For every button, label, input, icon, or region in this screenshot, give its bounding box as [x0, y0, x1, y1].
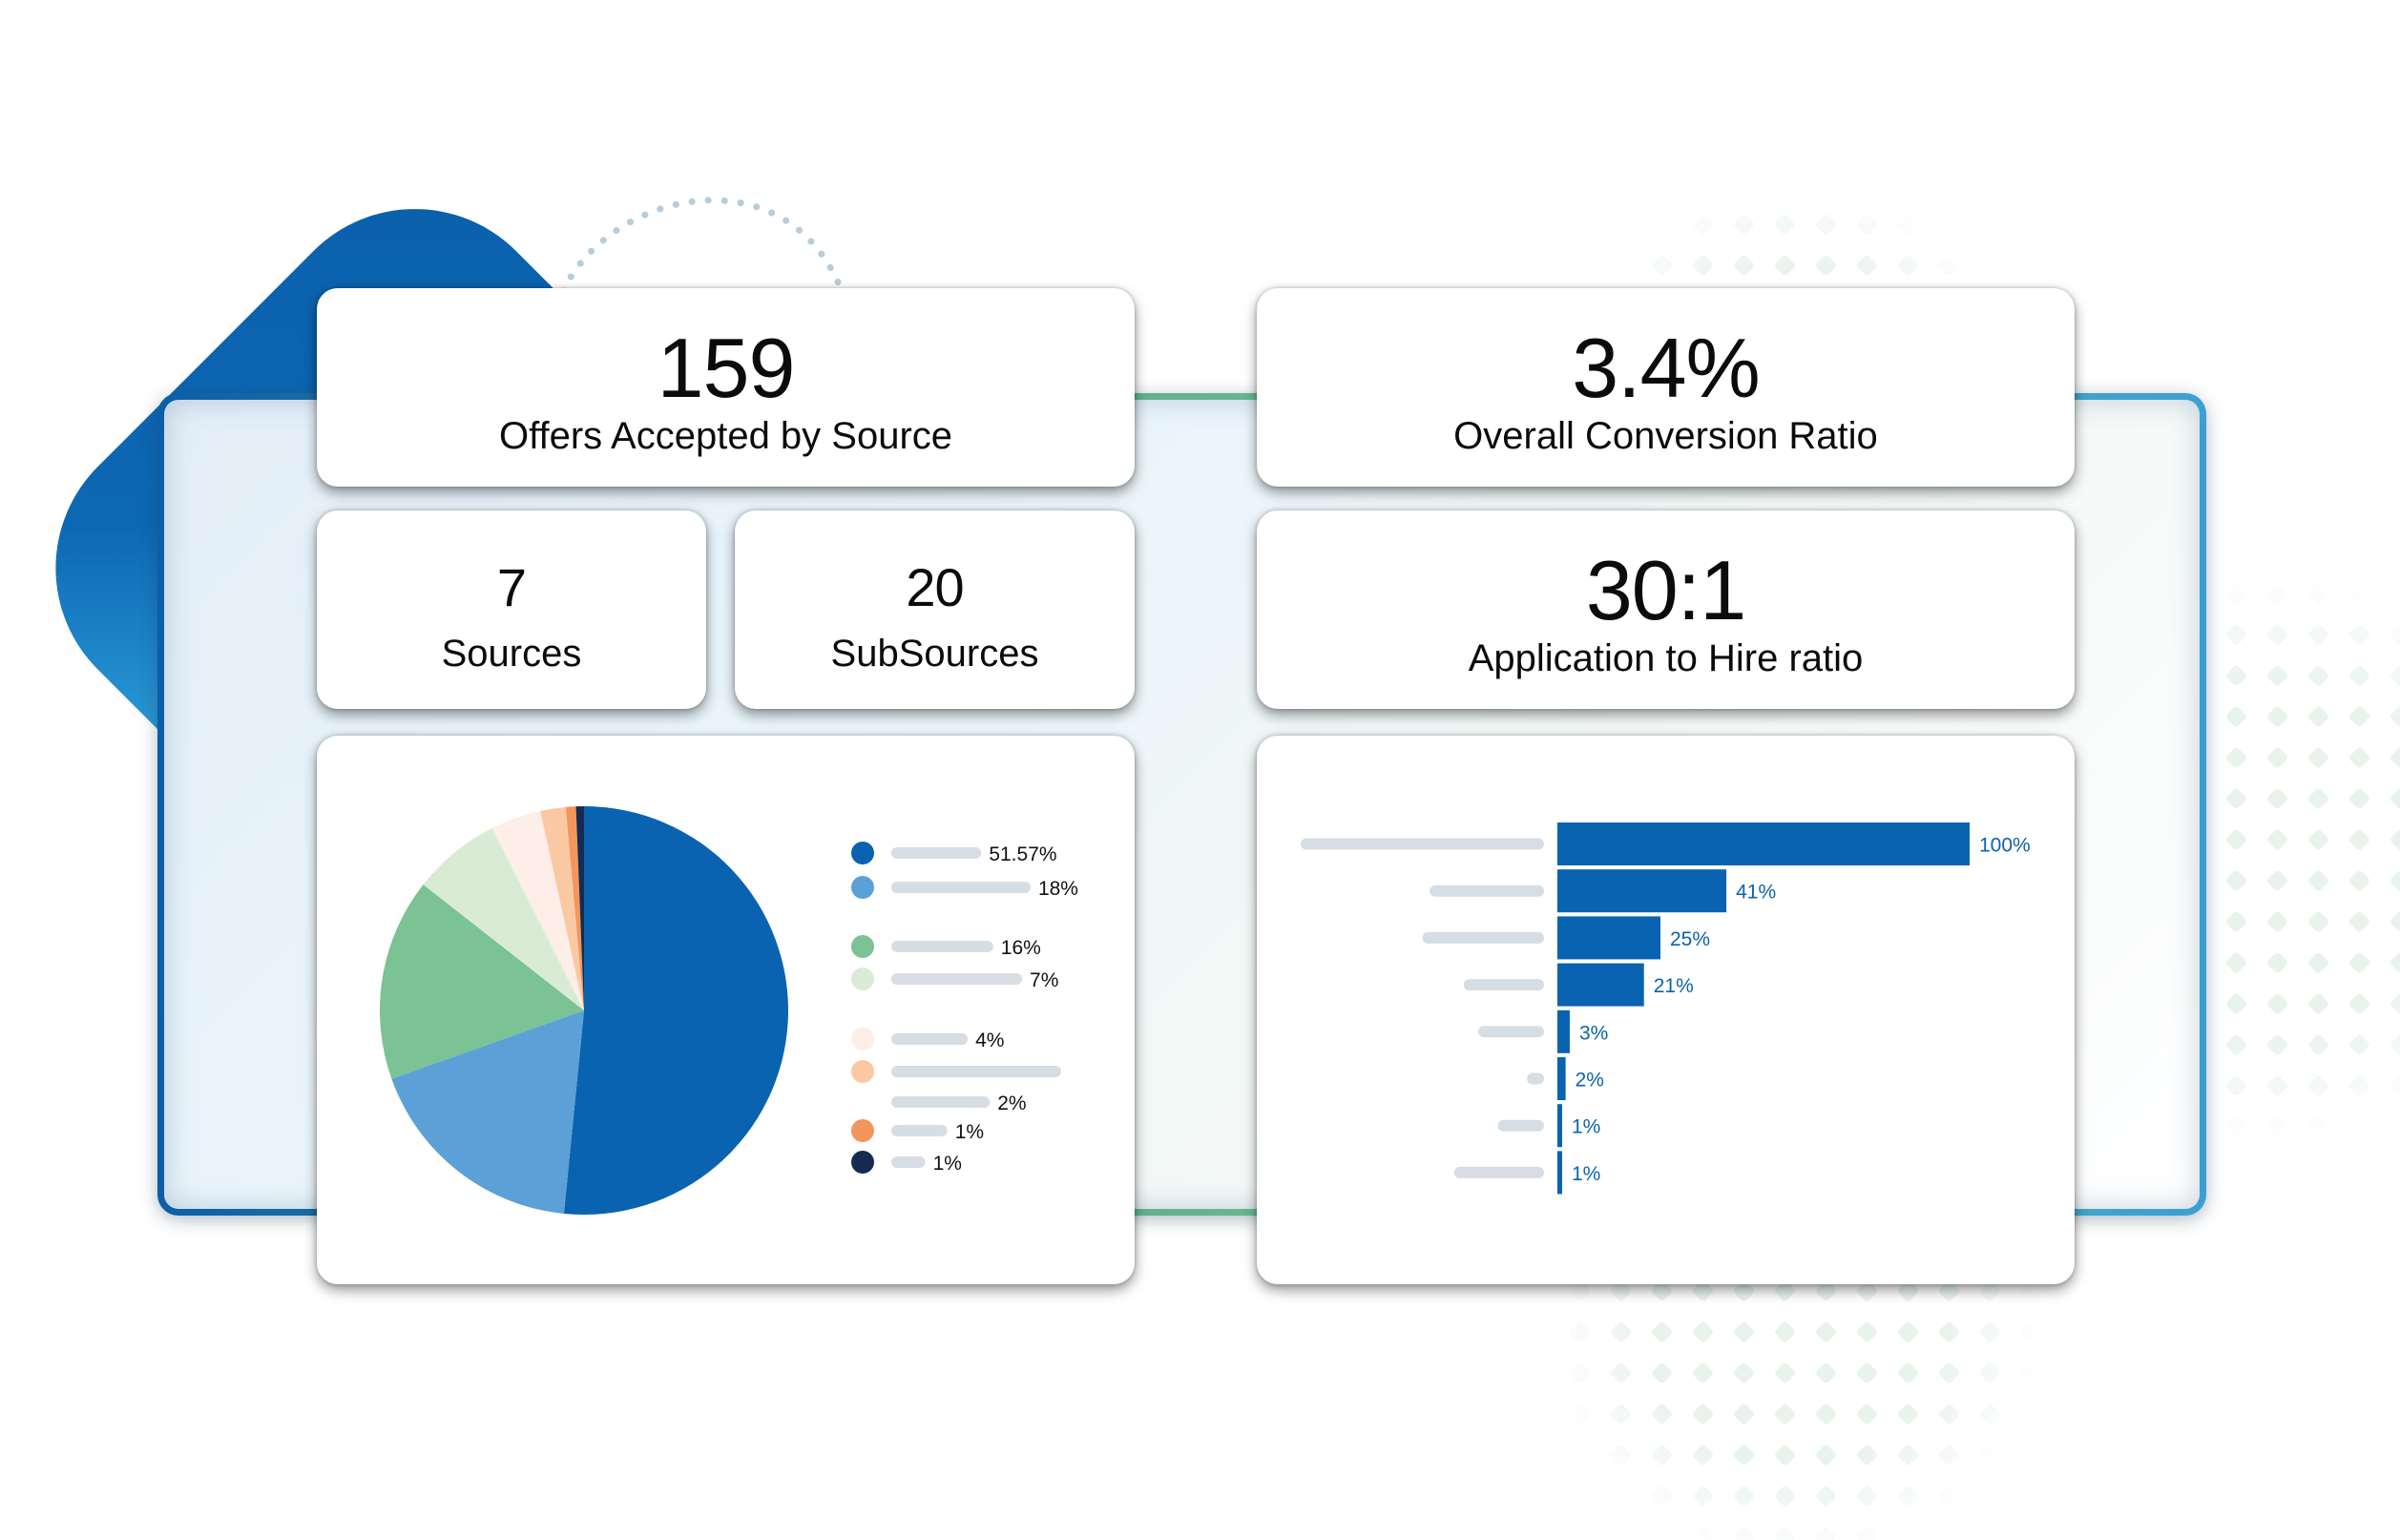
legend-label-placeholder — [891, 941, 993, 952]
bar-value-label: 1% — [1572, 1116, 1600, 1138]
legend-item: 2% — [851, 1060, 1061, 1114]
bar-category-placeholder — [1497, 1119, 1544, 1132]
kpi-label: Application to Hire ratio — [1468, 637, 1864, 679]
bar-3[interactable] — [1557, 963, 1644, 1007]
kpi-value: 7 — [496, 557, 527, 617]
kpi-label: Offers Accepted by Source — [498, 415, 953, 457]
legend-value-label: 1% — [933, 1153, 962, 1175]
pie-chart: 51.57% 18% 16% 7% 4% 2% 1% 1% — [380, 806, 1078, 1215]
bar-row: 1% — [1497, 1104, 1600, 1148]
kpi-card-sources: 7 Sources — [317, 510, 706, 709]
bar-4[interactable] — [1557, 1009, 1570, 1053]
kpi-value: 30:1 — [1585, 543, 1746, 637]
legend-value-label: 1% — [955, 1121, 984, 1143]
legend-label-placeholder — [891, 847, 982, 859]
bar-row: 3% — [1478, 1009, 1608, 1053]
legend-item: 1% — [851, 1151, 962, 1175]
bar-row: 21% — [1463, 963, 1694, 1007]
kpi-card-subsources: 20 SubSources — [735, 510, 1135, 709]
bar-category-placeholder — [1301, 838, 1544, 850]
legend-value-label: 4% — [975, 1030, 1004, 1051]
kpi-value: 159 — [657, 321, 796, 415]
bar-row: 100% — [1301, 822, 2031, 865]
legend-label-placeholder — [891, 1096, 991, 1108]
bar-category-placeholder — [1527, 1072, 1544, 1085]
legend-swatch — [851, 1060, 874, 1083]
bar-value-label: 2% — [1576, 1070, 1604, 1092]
bar-value-label: 41% — [1736, 882, 1776, 904]
bar-value-label: 3% — [1579, 1022, 1608, 1044]
bar-1[interactable] — [1557, 869, 1727, 913]
legend-label-placeholder — [891, 1033, 969, 1045]
legend-item: 16% — [851, 935, 1041, 959]
legend-value-label: 18% — [1038, 878, 1078, 900]
bar-category-placeholder — [1422, 931, 1544, 944]
legend-swatch — [851, 842, 874, 864]
bar-category-placeholder — [1430, 884, 1544, 897]
legend-label-placeholder — [891, 1066, 1061, 1077]
kpi-value: 20 — [906, 557, 964, 617]
kpi-card-hire-ratio: 30:1 Application to Hire ratio — [1257, 510, 2075, 709]
bar-5[interactable] — [1557, 1057, 1566, 1100]
legend-value-label: 7% — [1030, 969, 1058, 991]
bar-chart-card: 100% 41% 25% 21% 3% 2% 1% 1% — [1257, 736, 2075, 1284]
bar-7[interactable] — [1557, 1151, 1562, 1195]
legend-item: 4% — [851, 1028, 1004, 1051]
bar-6[interactable] — [1557, 1104, 1562, 1148]
legend-value-label: 51.57% — [989, 843, 1056, 865]
kpi-label: Overall Conversion Ratio — [1453, 415, 1878, 457]
legend-label-placeholder — [891, 882, 1031, 893]
dotted-arc — [559, 197, 844, 295]
bar-chart: 100% 41% 25% 21% 3% 2% 1% 1% — [1301, 822, 2031, 1195]
legend-swatch — [851, 1151, 874, 1174]
kpi-card-conversion-ratio: 3.4% Overall Conversion Ratio — [1257, 288, 2075, 487]
bar-row: 25% — [1422, 916, 1710, 960]
legend-swatch — [851, 1119, 874, 1142]
bar-row: 2% — [1527, 1057, 1604, 1100]
legend-swatch — [851, 935, 874, 958]
legend-label-placeholder — [891, 1125, 948, 1136]
bar-value-label: 1% — [1572, 1163, 1600, 1185]
bar-category-placeholder — [1463, 979, 1544, 991]
legend-item: 1% — [851, 1119, 984, 1143]
bar-value-label: 25% — [1670, 928, 1710, 950]
kpi-label: Sources — [441, 633, 582, 675]
legend-label-placeholder — [891, 973, 1023, 985]
kpi-value: 3.4% — [1572, 321, 1761, 415]
legend-item: 18% — [851, 876, 1078, 900]
pie-chart-card: 51.57% 18% 16% 7% 4% 2% 1% 1% — [317, 736, 1135, 1284]
legend-value-label: 16% — [1001, 937, 1041, 959]
legend-value-label: 2% — [997, 1093, 1026, 1114]
kpi-label: SubSources — [830, 633, 1039, 675]
bar-value-label: 21% — [1654, 975, 1694, 997]
kpi-card-offers-accepted: 159 Offers Accepted by Source — [317, 288, 1135, 487]
legend-item: 7% — [851, 968, 1058, 991]
bar-value-label: 100% — [1979, 835, 2031, 857]
bar-row: 41% — [1430, 869, 1776, 913]
pie-slice-0[interactable] — [563, 806, 789, 1215]
bar-row: 1% — [1453, 1151, 1600, 1195]
legend-swatch — [851, 968, 874, 990]
bar-category-placeholder — [1453, 1166, 1544, 1178]
bar-2[interactable] — [1557, 916, 1660, 960]
bar-category-placeholder — [1478, 1026, 1544, 1038]
legend-swatch — [851, 1028, 874, 1051]
legend-swatch — [851, 876, 874, 899]
legend-label-placeholder — [891, 1156, 926, 1168]
bar-0[interactable] — [1557, 822, 1970, 865]
legend-item: 51.57% — [851, 842, 1057, 865]
